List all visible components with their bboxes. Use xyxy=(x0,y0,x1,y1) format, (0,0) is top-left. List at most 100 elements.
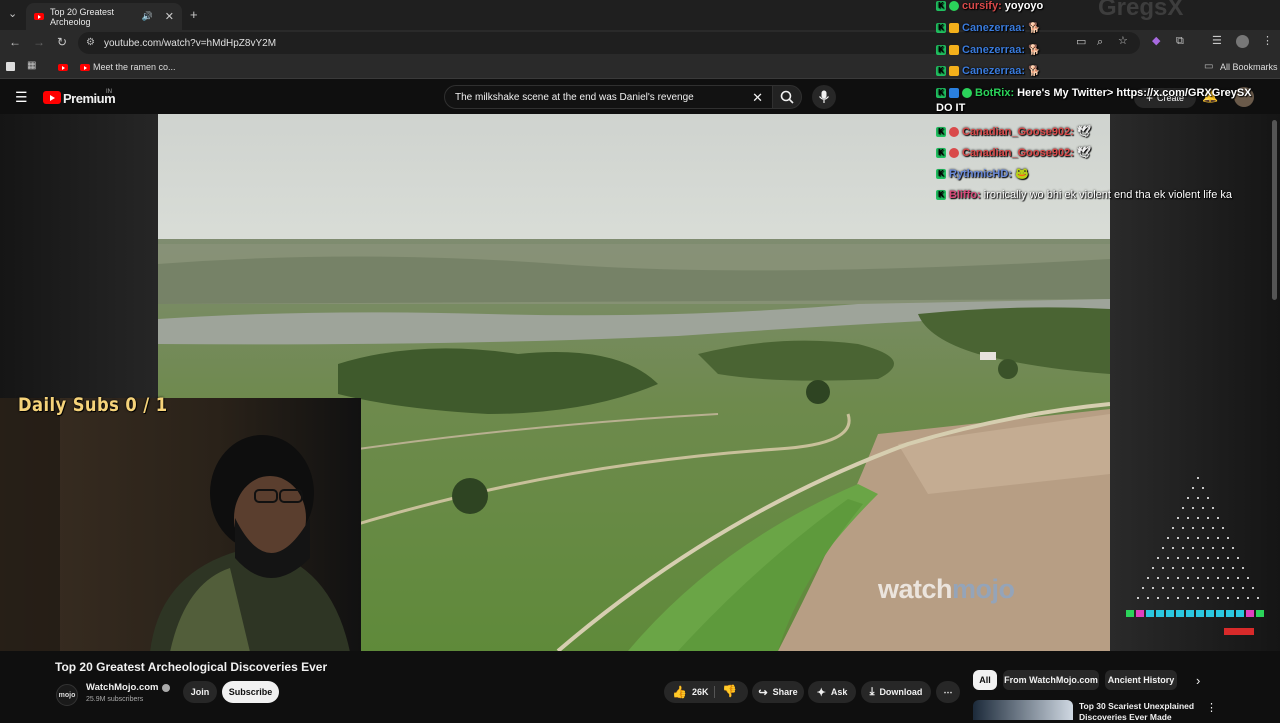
browser-tab-bar: ⌄ Top 20 Greatest Archeolog 🔊 ✕ + xyxy=(0,0,1280,30)
microphone-icon xyxy=(819,90,829,103)
menu-kebab-icon[interactable]: ⋮ xyxy=(1262,36,1273,47)
folder-icon: ▭ xyxy=(1204,61,1214,72)
mod-badge-icon: K xyxy=(936,168,946,179)
download-button[interactable]: ⤓ Download xyxy=(861,681,931,703)
streamer-silhouette xyxy=(0,398,361,652)
chat-username: Canezerraa: xyxy=(962,65,1025,77)
extension-icon[interactable]: ◆ xyxy=(1152,36,1160,47)
channel-name[interactable]: WatchMojo.com xyxy=(86,682,158,693)
chip-from-channel[interactable]: From WatchMojo.com xyxy=(1003,670,1099,690)
channel-avatar[interactable]: mojo xyxy=(56,684,78,706)
share-icon: ↪ xyxy=(758,686,768,699)
crown-badge-icon xyxy=(949,45,959,55)
watermark-part-2: mojo xyxy=(952,574,1015,604)
mod-badge-icon: K xyxy=(936,88,946,98)
youtube-favicon-icon xyxy=(34,13,44,20)
recommended-thumbnail[interactable] xyxy=(973,700,1073,720)
chat-username: Canadian_Goose902: xyxy=(962,146,1074,159)
hamburger-menu-icon[interactable]: ☰ xyxy=(15,90,28,104)
chat-message: K Canadian_Goose902: 🕊 xyxy=(936,125,1091,138)
like-divider xyxy=(714,686,715,698)
mod-badge-icon: K xyxy=(936,126,946,137)
emote-icon: 🕊 xyxy=(1076,126,1091,138)
cast-icon[interactable]: ▭ xyxy=(1076,37,1086,48)
forward-icon[interactable]: → xyxy=(33,36,45,48)
dislike-icon[interactable]: 👎 xyxy=(722,684,737,698)
new-tab-icon[interactable]: + xyxy=(190,8,198,21)
ask-button[interactable]: ✦ Ask xyxy=(808,681,856,703)
mod-badge-icon: K xyxy=(936,45,946,55)
star-icon[interactable]: ☆ xyxy=(1118,36,1128,47)
recommended-title-line-1: Top 30 Scariest Unexplained xyxy=(1079,701,1195,711)
verified-icon xyxy=(162,683,171,692)
chat-username: cursify: xyxy=(962,0,1002,12)
tab-title: Top 20 Greatest Archeolog xyxy=(50,6,115,27)
recommended-more-icon[interactable]: ⋮ xyxy=(1206,701,1217,714)
reload-icon[interactable]: ↻ xyxy=(57,36,67,48)
voice-search-button[interactable] xyxy=(812,85,836,109)
search-query: The milkshake scene at the end was Danie… xyxy=(455,91,694,103)
like-icon[interactable]: 👍 xyxy=(672,685,687,699)
like-count[interactable]: 26K xyxy=(692,687,709,697)
reading-list-icon[interactable]: ☰ xyxy=(1212,36,1222,47)
badge-icon xyxy=(949,147,959,158)
bookmarks-bar: ▦ Meet the ramen co... ▭ All Bookmarks xyxy=(0,56,1280,79)
watermark-part-1: watch xyxy=(878,574,953,604)
crown-badge-icon xyxy=(949,66,959,76)
emote-icon: 🕊 xyxy=(1076,147,1091,159)
webcam-overlay xyxy=(0,398,361,652)
bookmark-youtube-icon-2 xyxy=(80,64,90,71)
more-icon: ⋯ xyxy=(943,686,953,697)
download-label: Download xyxy=(879,687,923,697)
share-button[interactable]: ↪ Share xyxy=(752,681,804,703)
video-title: Top 20 Greatest Archeological Discoverie… xyxy=(55,660,328,674)
search-input[interactable]: The milkshake scene at the end was Danie… xyxy=(444,85,774,109)
extensions-puzzle-icon[interactable]: ⧉ xyxy=(1176,36,1184,47)
channel-name-row[interactable]: WatchMojo.com xyxy=(86,682,171,693)
bookmark-youtube-icon xyxy=(58,64,68,71)
search-button[interactable] xyxy=(772,85,802,109)
join-button[interactable]: Join xyxy=(183,681,217,703)
chat-message-continued: DO IT xyxy=(936,102,965,114)
clear-search-icon[interactable]: ✕ xyxy=(752,90,763,106)
chip-all[interactable]: All xyxy=(973,670,997,690)
zoom-icon[interactable]: ⌕ xyxy=(1097,37,1103,48)
youtube-logo-icon[interactable] xyxy=(43,91,61,104)
mod-badge-icon: K xyxy=(936,23,946,33)
chip-ancient-history[interactable]: Ancient History xyxy=(1105,670,1177,690)
subscriber-count: 25.9M subscribers xyxy=(86,696,144,703)
chat-username: RythmicHD: xyxy=(949,167,1012,180)
close-tab-icon[interactable]: ✕ xyxy=(165,10,174,23)
chat-message: K BotRix: Here's My Twitter> https://x.c… xyxy=(936,87,1252,99)
emote-icon: 🐕 xyxy=(1027,65,1041,77)
chat-username: Canezerraa: xyxy=(962,44,1025,56)
tab-search-icon[interactable]: ⌄ xyxy=(8,9,17,20)
bookmark-item[interactable]: Meet the ramen co... xyxy=(93,62,176,72)
profile-avatar[interactable] xyxy=(1236,35,1249,48)
grid-icon[interactable]: ▦ xyxy=(27,61,36,71)
page-scrollbar[interactable] xyxy=(1272,120,1277,300)
site-info-icon[interactable]: ⚙ xyxy=(86,37,95,48)
chat-username: BotRix: xyxy=(975,87,1015,99)
plinko-board-overlay xyxy=(1126,477,1264,635)
subscribe-button[interactable]: Subscribe xyxy=(222,681,279,703)
crown-badge-icon xyxy=(949,23,959,33)
chat-username: Canezerraa: xyxy=(962,22,1025,34)
daily-subs-counter: Daily Subs 0 / 1 xyxy=(18,394,168,416)
all-bookmarks[interactable]: All Bookmarks xyxy=(1220,62,1278,72)
mod-badge-icon: K xyxy=(936,1,946,11)
back-icon[interactable]: ← xyxy=(9,36,21,48)
apps-icon[interactable] xyxy=(6,62,15,71)
verified-badge-icon xyxy=(962,88,972,98)
chips-next-icon[interactable]: › xyxy=(1196,673,1200,688)
more-actions-button[interactable]: ⋯ xyxy=(936,681,960,703)
stream-logo: GregsX xyxy=(1098,0,1184,21)
sparkle-icon: ✦ xyxy=(816,686,826,699)
region-code: IN xyxy=(106,89,112,95)
chat-message: K Canezerraa: 🐕 xyxy=(936,44,1040,56)
bot-badge-icon xyxy=(949,88,959,98)
browser-tab[interactable]: Top 20 Greatest Archeolog 🔊 ✕ xyxy=(26,3,182,30)
share-label: Share xyxy=(772,687,798,697)
search-icon xyxy=(780,90,794,104)
subscribe-label: Subscribe xyxy=(228,687,273,697)
